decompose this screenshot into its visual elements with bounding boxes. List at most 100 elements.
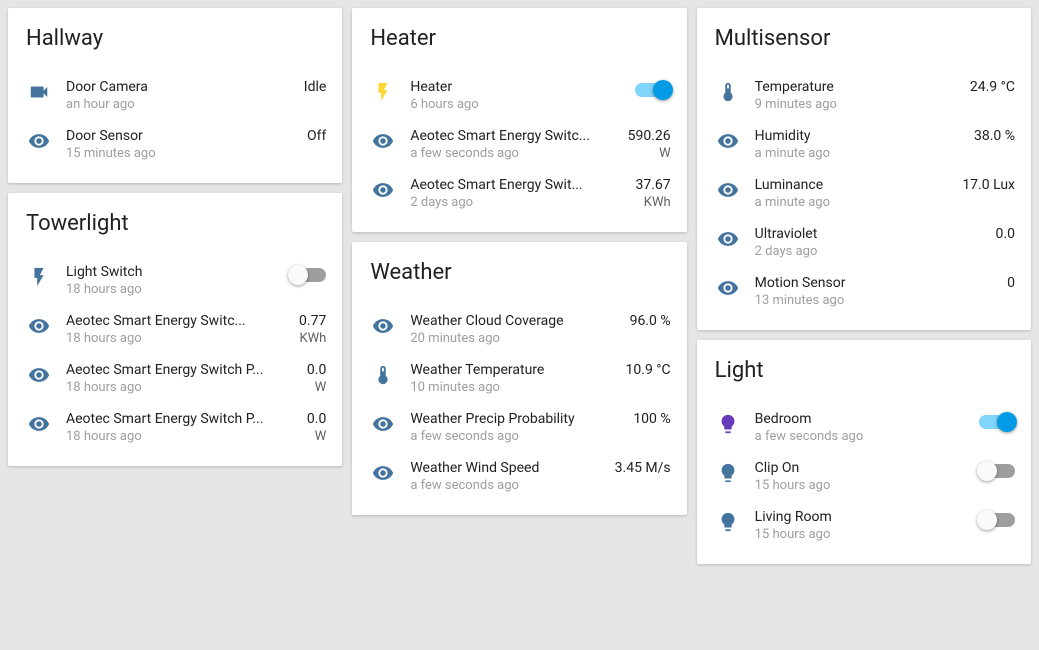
entity-timestamp: 18 hours ago xyxy=(66,429,299,444)
toggle-switch[interactable] xyxy=(979,464,1015,478)
entity-timestamp: 13 minutes ago xyxy=(755,293,999,308)
eye-icon xyxy=(713,226,755,250)
entity-row[interactable]: Humiditya minute ago38.0 % xyxy=(713,120,1015,169)
toggle-switch[interactable] xyxy=(635,83,671,97)
entity-main: Ultraviolet2 days ago xyxy=(755,226,988,259)
entity-timestamp: 9 minutes ago xyxy=(755,97,962,112)
entity-value: 0.77KWh xyxy=(291,313,326,346)
card-hallway: Hallway Door Cameraan hour agoIdleDoor S… xyxy=(8,8,342,183)
entity-name: Humidity xyxy=(755,128,966,144)
entity-unit: W xyxy=(307,380,326,395)
entity-name: Aeotec Smart Energy Swit... xyxy=(410,177,627,193)
eye-icon xyxy=(368,177,410,201)
entity-main: Heater 6 hours ago xyxy=(410,79,626,112)
entity-row[interactable]: Clip On15 hours ago xyxy=(713,452,1015,501)
entity-main: Living Room15 hours ago xyxy=(755,509,971,542)
entity-row[interactable]: Aeotec Smart Energy Switch P...18 hours … xyxy=(24,354,326,403)
card-light: Light Bedrooma few seconds agoClip On15 … xyxy=(697,340,1031,564)
entity-name: Heater xyxy=(410,79,626,95)
entity-name: Weather Precip Probability xyxy=(410,411,625,427)
entity-name: Door Sensor xyxy=(66,128,299,144)
flash-icon xyxy=(368,79,410,103)
entity-main: Humiditya minute ago xyxy=(755,128,966,161)
entity-row[interactable]: Living Room15 hours ago xyxy=(713,501,1015,550)
entity-toggle[interactable] xyxy=(282,264,326,286)
entity-main: Temperature 9 minutes ago xyxy=(755,79,962,112)
entity-unit: W xyxy=(628,146,671,161)
entity-main: Light Switch18 hours ago xyxy=(66,264,282,297)
entity-row[interactable]: Weather Precip Probabilitya few seconds … xyxy=(368,403,670,452)
card-title: Towerlight xyxy=(24,211,326,236)
eye-icon xyxy=(24,128,66,152)
eye-icon xyxy=(368,128,410,152)
entity-name: Living Room xyxy=(755,509,971,525)
entity-timestamp: 2 days ago xyxy=(755,244,988,259)
entity-row[interactable]: Aeotec Smart Energy Switc... 18 hours ago… xyxy=(24,305,326,354)
card-multisensor: Multisensor Temperature9 minutes ago24.9… xyxy=(697,8,1031,330)
entity-value: 0.0W xyxy=(299,411,326,444)
entity-timestamp: an hour ago xyxy=(66,97,296,112)
entity-timestamp: 20 minutes ago xyxy=(410,331,621,346)
thermo-icon xyxy=(368,362,410,386)
bulb-icon xyxy=(713,460,755,484)
entity-value: 17.0 Lux xyxy=(954,177,1015,193)
entity-main: Aeotec Smart Energy Switc...a few second… xyxy=(410,128,619,161)
entity-row[interactable]: Weather Cloud Coverage20 minutes ago96.0… xyxy=(368,305,670,354)
entity-row[interactable]: Ultraviolet2 days ago0.0 xyxy=(713,218,1015,267)
entity-value: 10.9 °C xyxy=(618,362,671,378)
entity-row[interactable]: Aeotec Smart Energy Swit...2 days ago37.… xyxy=(368,169,670,218)
card-title: Hallway xyxy=(24,26,326,51)
entity-row[interactable]: Bedrooma few seconds ago xyxy=(713,403,1015,452)
entity-toggle[interactable] xyxy=(627,79,671,101)
entity-main: Door Sensor15 minutes ago xyxy=(66,128,299,161)
entity-row[interactable]: Door Sensor15 minutes agoOff xyxy=(24,120,326,169)
eye-icon xyxy=(24,411,66,435)
entity-row[interactable]: Temperature 9 minutes ago24.9 °C xyxy=(713,71,1015,120)
entity-main: Luminancea minute ago xyxy=(755,177,955,210)
entity-row[interactable]: Weather Wind Speeda few seconds ago3.45 … xyxy=(368,452,670,501)
entity-toggle[interactable] xyxy=(971,411,1015,433)
toggle-switch[interactable] xyxy=(290,268,326,282)
entity-value: 38.0 % xyxy=(966,128,1015,144)
eye-icon xyxy=(24,313,66,337)
entity-row[interactable]: Aeotec Smart Energy Switc...a few second… xyxy=(368,120,670,169)
entity-row[interactable]: Light Switch18 hours ago xyxy=(24,256,326,305)
entity-value: 24.9 °C xyxy=(962,79,1015,95)
flash-icon xyxy=(24,264,66,288)
entity-name: Aeotec Smart Energy Switch P... xyxy=(66,411,299,427)
entity-name: Aeotec Smart Energy Switc... xyxy=(66,313,291,329)
entity-row[interactable]: Heater 6 hours ago xyxy=(368,71,670,120)
entity-toggle[interactable] xyxy=(971,509,1015,531)
entity-main: Weather Precip Probabilitya few seconds … xyxy=(410,411,625,444)
entity-name: Weather Temperature xyxy=(410,362,617,378)
card-weather: Weather Weather Cloud Coverage20 minutes… xyxy=(352,242,686,515)
entity-name: Luminance xyxy=(755,177,955,193)
entity-timestamp: 2 days ago xyxy=(410,195,627,210)
entity-row[interactable]: Luminancea minute ago17.0 Lux xyxy=(713,169,1015,218)
entity-main: Weather Wind Speeda few seconds ago xyxy=(410,460,606,493)
bulb-icon xyxy=(713,509,755,533)
entity-name: Temperature xyxy=(755,79,962,95)
column-2: Heater Heater 6 hours ago Aeotec Smart Ene… xyxy=(352,8,686,515)
entity-timestamp: 6 hours ago xyxy=(410,97,626,112)
entity-row[interactable]: Weather Temperature10 minutes ago10.9 °C xyxy=(368,354,670,403)
card-title: Weather xyxy=(368,260,670,285)
eye-icon xyxy=(713,177,755,201)
card-title: Light xyxy=(713,358,1015,383)
entity-timestamp: 18 hours ago xyxy=(66,331,291,346)
entity-name: Weather Wind Speed xyxy=(410,460,606,476)
eye-icon xyxy=(368,411,410,435)
entity-row[interactable]: Door Cameraan hour agoIdle xyxy=(24,71,326,120)
entity-row[interactable]: Aeotec Smart Energy Switch P... 18 hours … xyxy=(24,403,326,452)
entity-main: Aeotec Smart Energy Swit... 2 days ago xyxy=(410,177,627,210)
toggle-switch[interactable] xyxy=(979,513,1015,527)
toggle-switch[interactable] xyxy=(979,415,1015,429)
entity-name: Aeotec Smart Energy Switc... xyxy=(410,128,619,144)
entity-value: Idle xyxy=(296,79,327,95)
entity-main: Aeotec Smart Energy Switch P...18 hours … xyxy=(66,362,299,395)
entity-toggle[interactable] xyxy=(971,460,1015,482)
entity-timestamp: 15 hours ago xyxy=(755,478,971,493)
entity-row[interactable]: Motion Sensor13 minutes ago0 xyxy=(713,267,1015,316)
entity-main: Aeotec Smart Energy Switch P... 18 hours … xyxy=(66,411,299,444)
entity-value: 0 xyxy=(999,275,1015,291)
